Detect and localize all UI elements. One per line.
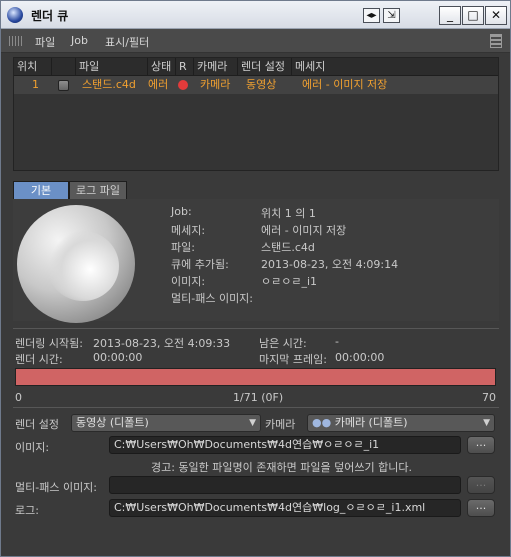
camera-label: 카메라 (265, 418, 296, 431)
col-r[interactable]: R (176, 58, 194, 76)
render-queue-window: 렌더 큐 ◂▸ ⇲ _ □ ✕ 파일 Job 표시/필터 위치 파일 상태 R … (0, 0, 511, 557)
image-browse-button[interactable]: ... (467, 436, 495, 454)
message-label: 메세지: (171, 224, 206, 237)
render-time-value: 00:00:00 (93, 351, 143, 364)
file-label: 파일: (171, 241, 195, 254)
render-start-value: 2013-08-23, 오전 4:09:33 (93, 337, 231, 350)
message-value: 에러 - 이미지 저장 (261, 224, 347, 237)
chevron-down-icon: ▼ (249, 418, 256, 428)
divider (13, 328, 499, 329)
progress-min: 0 (15, 391, 22, 404)
menu-file[interactable]: 파일 (35, 34, 55, 50)
close-button[interactable]: ✕ (485, 6, 507, 25)
remaining-label: 남은 시간: (259, 337, 307, 350)
overwrite-warning: 경고: 동일한 파일명이 존재하면 파일을 덮어쓰기 합니다. (151, 461, 412, 474)
panel-menu-icon[interactable] (490, 34, 502, 48)
row-file: 스탠드.c4d (82, 78, 136, 91)
log-browse-button[interactable]: ... (467, 499, 495, 517)
render-preview-image (17, 205, 135, 323)
col-camera[interactable]: 카메라 (194, 58, 238, 76)
multipass-browse-button[interactable]: ... (467, 476, 495, 494)
image-path-label: 이미지: (15, 441, 50, 454)
row-message: 에러 - 이미지 저장 (302, 78, 388, 91)
window-title: 렌더 큐 (31, 9, 69, 23)
grip-icon[interactable] (9, 36, 23, 46)
col-message[interactable]: 메세지 (292, 58, 498, 76)
progress-fill (16, 369, 495, 385)
cinema4d-icon (7, 7, 23, 23)
row-camera: 카메라 (200, 78, 231, 91)
render-setting-dropdown[interactable]: 동영상 (디폴트) ▼ (71, 414, 261, 432)
row-status: 에러 (148, 78, 169, 91)
render-queue-list[interactable]: 위치 파일 상태 R 카메라 렌더 설정 메세지 1 스탠드.c4d 에러 카메… (13, 57, 499, 171)
row-checkbox[interactable] (58, 80, 69, 91)
menu-job[interactable]: Job (71, 34, 88, 47)
col-status[interactable]: 상태 (148, 58, 176, 76)
row-position: 1 (32, 78, 39, 91)
camera-value: 카메라 (디폴트) (334, 416, 408, 429)
preview-highlight (47, 231, 119, 301)
log-path-label: 로그: (15, 504, 39, 517)
image-path-field[interactable]: C:₩Users₩Oh₩Documents₩4d연습₩ㅇㄹㅇㄹ_i1 (109, 436, 461, 454)
maximize-button[interactable]: □ (462, 6, 484, 25)
arrows-icon[interactable]: ◂▸ (363, 8, 380, 23)
last-frame-label: 마지막 프레임: (259, 353, 327, 366)
col-file[interactable]: 파일 (76, 58, 148, 76)
job-info-panel: Job: 위치 1 의 1 메세지: 에러 - 이미지 저장 파일: 스탠드.c… (13, 199, 499, 323)
log-path-field[interactable]: C:₩Users₩Oh₩Documents₩4d연습₩log_ㅇㄹㅇㄹ_i1.x… (109, 499, 461, 517)
last-frame-value: 00:00:00 (335, 351, 385, 364)
menu-view-filter[interactable]: 표시/필터 (105, 34, 149, 50)
list-header: 위치 파일 상태 R 카메라 렌더 설정 메세지 (14, 58, 498, 76)
col-check[interactable] (52, 58, 76, 76)
table-row[interactable]: 1 스탠드.c4d 에러 카메라 동영상 에러 - 이미지 저장 (14, 76, 498, 94)
tab-basic[interactable]: 기본 (13, 181, 69, 200)
record-dot-icon[interactable] (178, 80, 188, 90)
render-start-label: 렌더링 시작됨: (15, 337, 83, 350)
job-label: Job: (171, 205, 192, 218)
multipass-label: 멀티-패스 이미지: (171, 292, 254, 305)
multipass-path-label: 멀티-패스 이미지: (15, 481, 98, 494)
progress-frame: 1/71 (0F) (233, 391, 284, 404)
remaining-value: - (335, 335, 339, 348)
row-render-setting: 동영상 (246, 78, 277, 91)
camera-icon: ●● (312, 416, 332, 429)
col-position[interactable]: 위치 (14, 58, 52, 76)
image-value: ㅇㄹㅇㄹ_i1 (261, 275, 318, 288)
render-time-label: 렌더 시간: (15, 353, 63, 366)
queued-label: 큐에 추가됨: (171, 258, 229, 271)
minimize-button[interactable]: _ (439, 6, 461, 25)
progress-max: 70 (482, 391, 496, 404)
col-render-setting[interactable]: 렌더 설정 (238, 58, 292, 76)
menu-bar: 파일 Job 표시/필터 (1, 29, 510, 53)
queued-value: 2013-08-23, 오전 4:09:14 (261, 258, 399, 271)
multipass-path-field[interactable] (109, 476, 461, 494)
image-label: 이미지: (171, 275, 206, 288)
divider (13, 407, 499, 408)
chevron-down-icon: ▼ (483, 418, 490, 428)
dock-icon[interactable]: ⇲ (383, 8, 400, 23)
job-value: 위치 1 의 1 (261, 207, 316, 220)
render-setting-value: 동영상 (디폴트) (76, 416, 149, 429)
render-setting-label: 렌더 설정 (15, 418, 59, 431)
file-value: 스탠드.c4d (261, 241, 315, 254)
title-bar[interactable]: 렌더 큐 ◂▸ ⇲ _ □ ✕ (1, 1, 510, 29)
render-progress-bar (15, 368, 496, 386)
tab-log-file[interactable]: 로그 파일 (69, 181, 127, 200)
camera-dropdown[interactable]: ●● 카메라 (디폴트) ▼ (307, 414, 495, 432)
